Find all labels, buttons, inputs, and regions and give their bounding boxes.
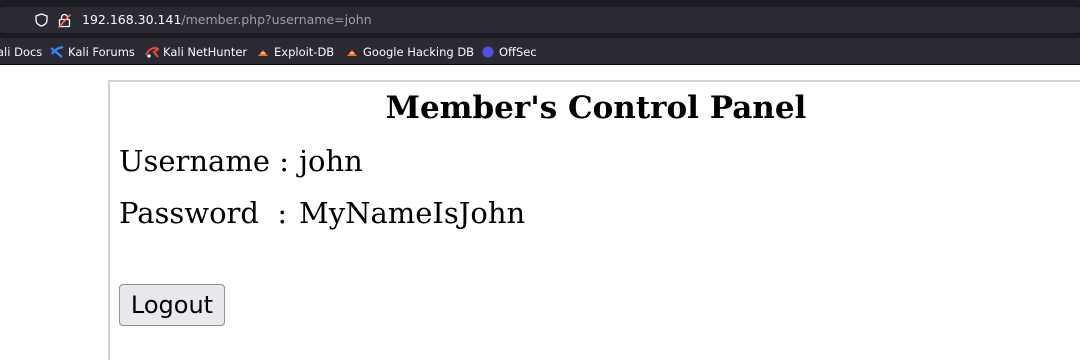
username-separator: : (279, 144, 289, 178)
bookmark-offsec[interactable]: OffSec (481, 43, 537, 60)
address-bar[interactable]: 192.168.30.141/member.php?username=john (0, 7, 1080, 33)
username-label: Username (119, 144, 270, 178)
bookmark-label: OffSec (499, 44, 537, 59)
bookmark-kali-nethunter[interactable]: Kali NetHunter (145, 43, 247, 60)
password-label: Password (119, 196, 259, 230)
offsec-icon (481, 45, 495, 59)
kali-nethunter-icon (145, 45, 160, 59)
bookmark-google-hacking-db[interactable]: Google Hacking DB (345, 43, 474, 60)
bookmark-label: Kali NetHunter (163, 44, 248, 59)
url-path: /member.php?username=john (181, 12, 372, 27)
username-row: Username : john (119, 144, 363, 178)
bookmarks-toolbar: ali Docs Kali Forums Kali NetHunter Expl… (0, 38, 1080, 65)
password-separator: : (277, 196, 288, 230)
url-host: 192.168.30.141 (82, 12, 182, 27)
url-text[interactable]: 192.168.30.141/member.php?username=john (82, 12, 372, 28)
bookmark-kali-docs[interactable]: ali Docs (0, 43, 42, 60)
password-value: MyNameIsJohn (299, 196, 526, 230)
kali-forums-icon (50, 45, 64, 59)
bookmark-label: Google Hacking DB (363, 44, 475, 59)
password-row: Password : MyNameIsJohn (119, 196, 525, 230)
insecure-lock-icon[interactable] (56, 12, 72, 28)
page-content: Member's Control Panel Username : john Pa… (0, 65, 1080, 360)
google-hacking-db-icon (345, 45, 359, 59)
member-panel: Member's Control Panel Username : john Pa… (108, 80, 1080, 360)
bookmark-exploit-db[interactable]: Exploit-DB (256, 43, 334, 60)
exploit-db-icon (256, 45, 270, 59)
browser-toolbar: 192.168.30.141/member.php?username=john (0, 0, 1080, 38)
shield-icon[interactable] (33, 12, 49, 28)
bookmark-label: Exploit-DB (274, 44, 335, 59)
username-value: john (299, 144, 363, 178)
logout-button[interactable]: Logout (119, 284, 225, 326)
bookmark-label: Kali Forums (68, 44, 135, 59)
bookmark-kali-forums[interactable]: Kali Forums (50, 43, 135, 60)
page-title: Member's Control Panel (385, 90, 807, 126)
bookmark-label: ali Docs (0, 44, 43, 59)
